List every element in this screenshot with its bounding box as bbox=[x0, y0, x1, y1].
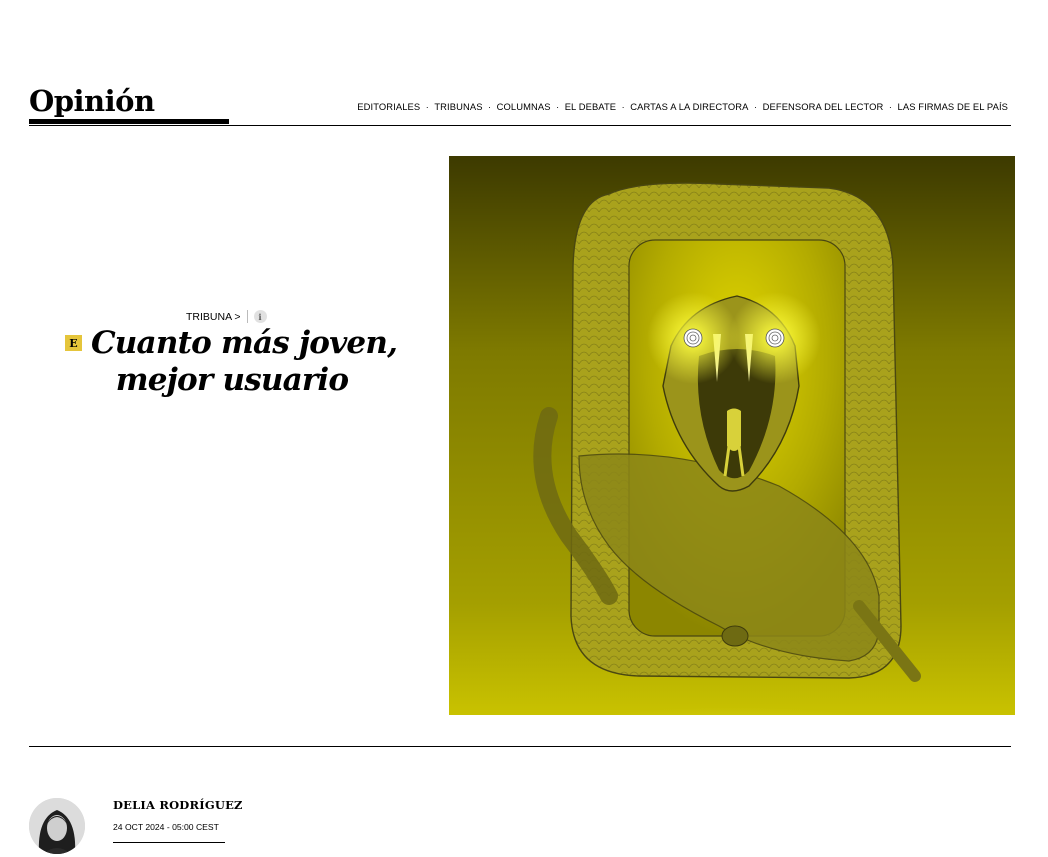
headline-block: E Cuanto más joven, mejor usuario bbox=[62, 325, 402, 399]
section-title-underline bbox=[29, 119, 229, 124]
headline-line-2: mejor usuario bbox=[115, 362, 349, 398]
section-nav: EDITORIALES · TRIBUNAS · COLUMNAS · EL D… bbox=[357, 101, 1008, 112]
nav-item-tribunas[interactable]: TRIBUNAS bbox=[434, 101, 482, 112]
nav-item-las-firmas[interactable]: LAS FIRMAS DE EL PAÍS bbox=[898, 101, 1008, 112]
headline-line-1: Cuanto más joven, bbox=[90, 325, 398, 361]
article-headline: Cuanto más joven, mejor usuario bbox=[62, 325, 402, 399]
section-header: Opinión EDITORIALES · TRIBUNAS · COLUMNA… bbox=[29, 80, 1011, 126]
publish-date: 24 OCT 2024 - 05:00 CEST bbox=[113, 822, 219, 832]
nav-item-editoriales[interactable]: EDITORIALES bbox=[357, 101, 420, 112]
kicker-link[interactable]: TRIBUNA > bbox=[186, 311, 241, 323]
snake-phone-illustration[interactable] bbox=[449, 156, 1015, 715]
section-title[interactable]: Opinión bbox=[29, 84, 155, 118]
nav-separator: · bbox=[556, 101, 560, 112]
nav-separator: · bbox=[754, 101, 758, 112]
kicker-divider bbox=[246, 310, 248, 323]
nav-item-columnas[interactable]: COLUMNAS bbox=[497, 101, 551, 112]
nav-item-cartas-a-la-directora[interactable]: CARTAS A LA DIRECTORA bbox=[630, 101, 748, 112]
nav-item-el-debate[interactable]: EL DEBATE bbox=[565, 101, 616, 112]
nav-separator: · bbox=[488, 101, 492, 112]
content-divider bbox=[29, 746, 1011, 747]
nav-item-defensora-del-lector[interactable]: DEFENSORA DEL LECTOR bbox=[763, 101, 884, 112]
article-kicker-row: TRIBUNA > i bbox=[186, 310, 267, 323]
info-icon[interactable]: i bbox=[253, 310, 267, 323]
exclusive-badge-icon: E bbox=[65, 335, 82, 351]
nav-separator: · bbox=[888, 101, 893, 112]
author-avatar[interactable] bbox=[29, 798, 85, 854]
nav-separator: · bbox=[425, 101, 429, 112]
author-rule bbox=[113, 842, 225, 843]
nav-separator: · bbox=[621, 101, 625, 112]
author-name[interactable]: DELIA RODRÍGUEZ bbox=[113, 798, 243, 812]
